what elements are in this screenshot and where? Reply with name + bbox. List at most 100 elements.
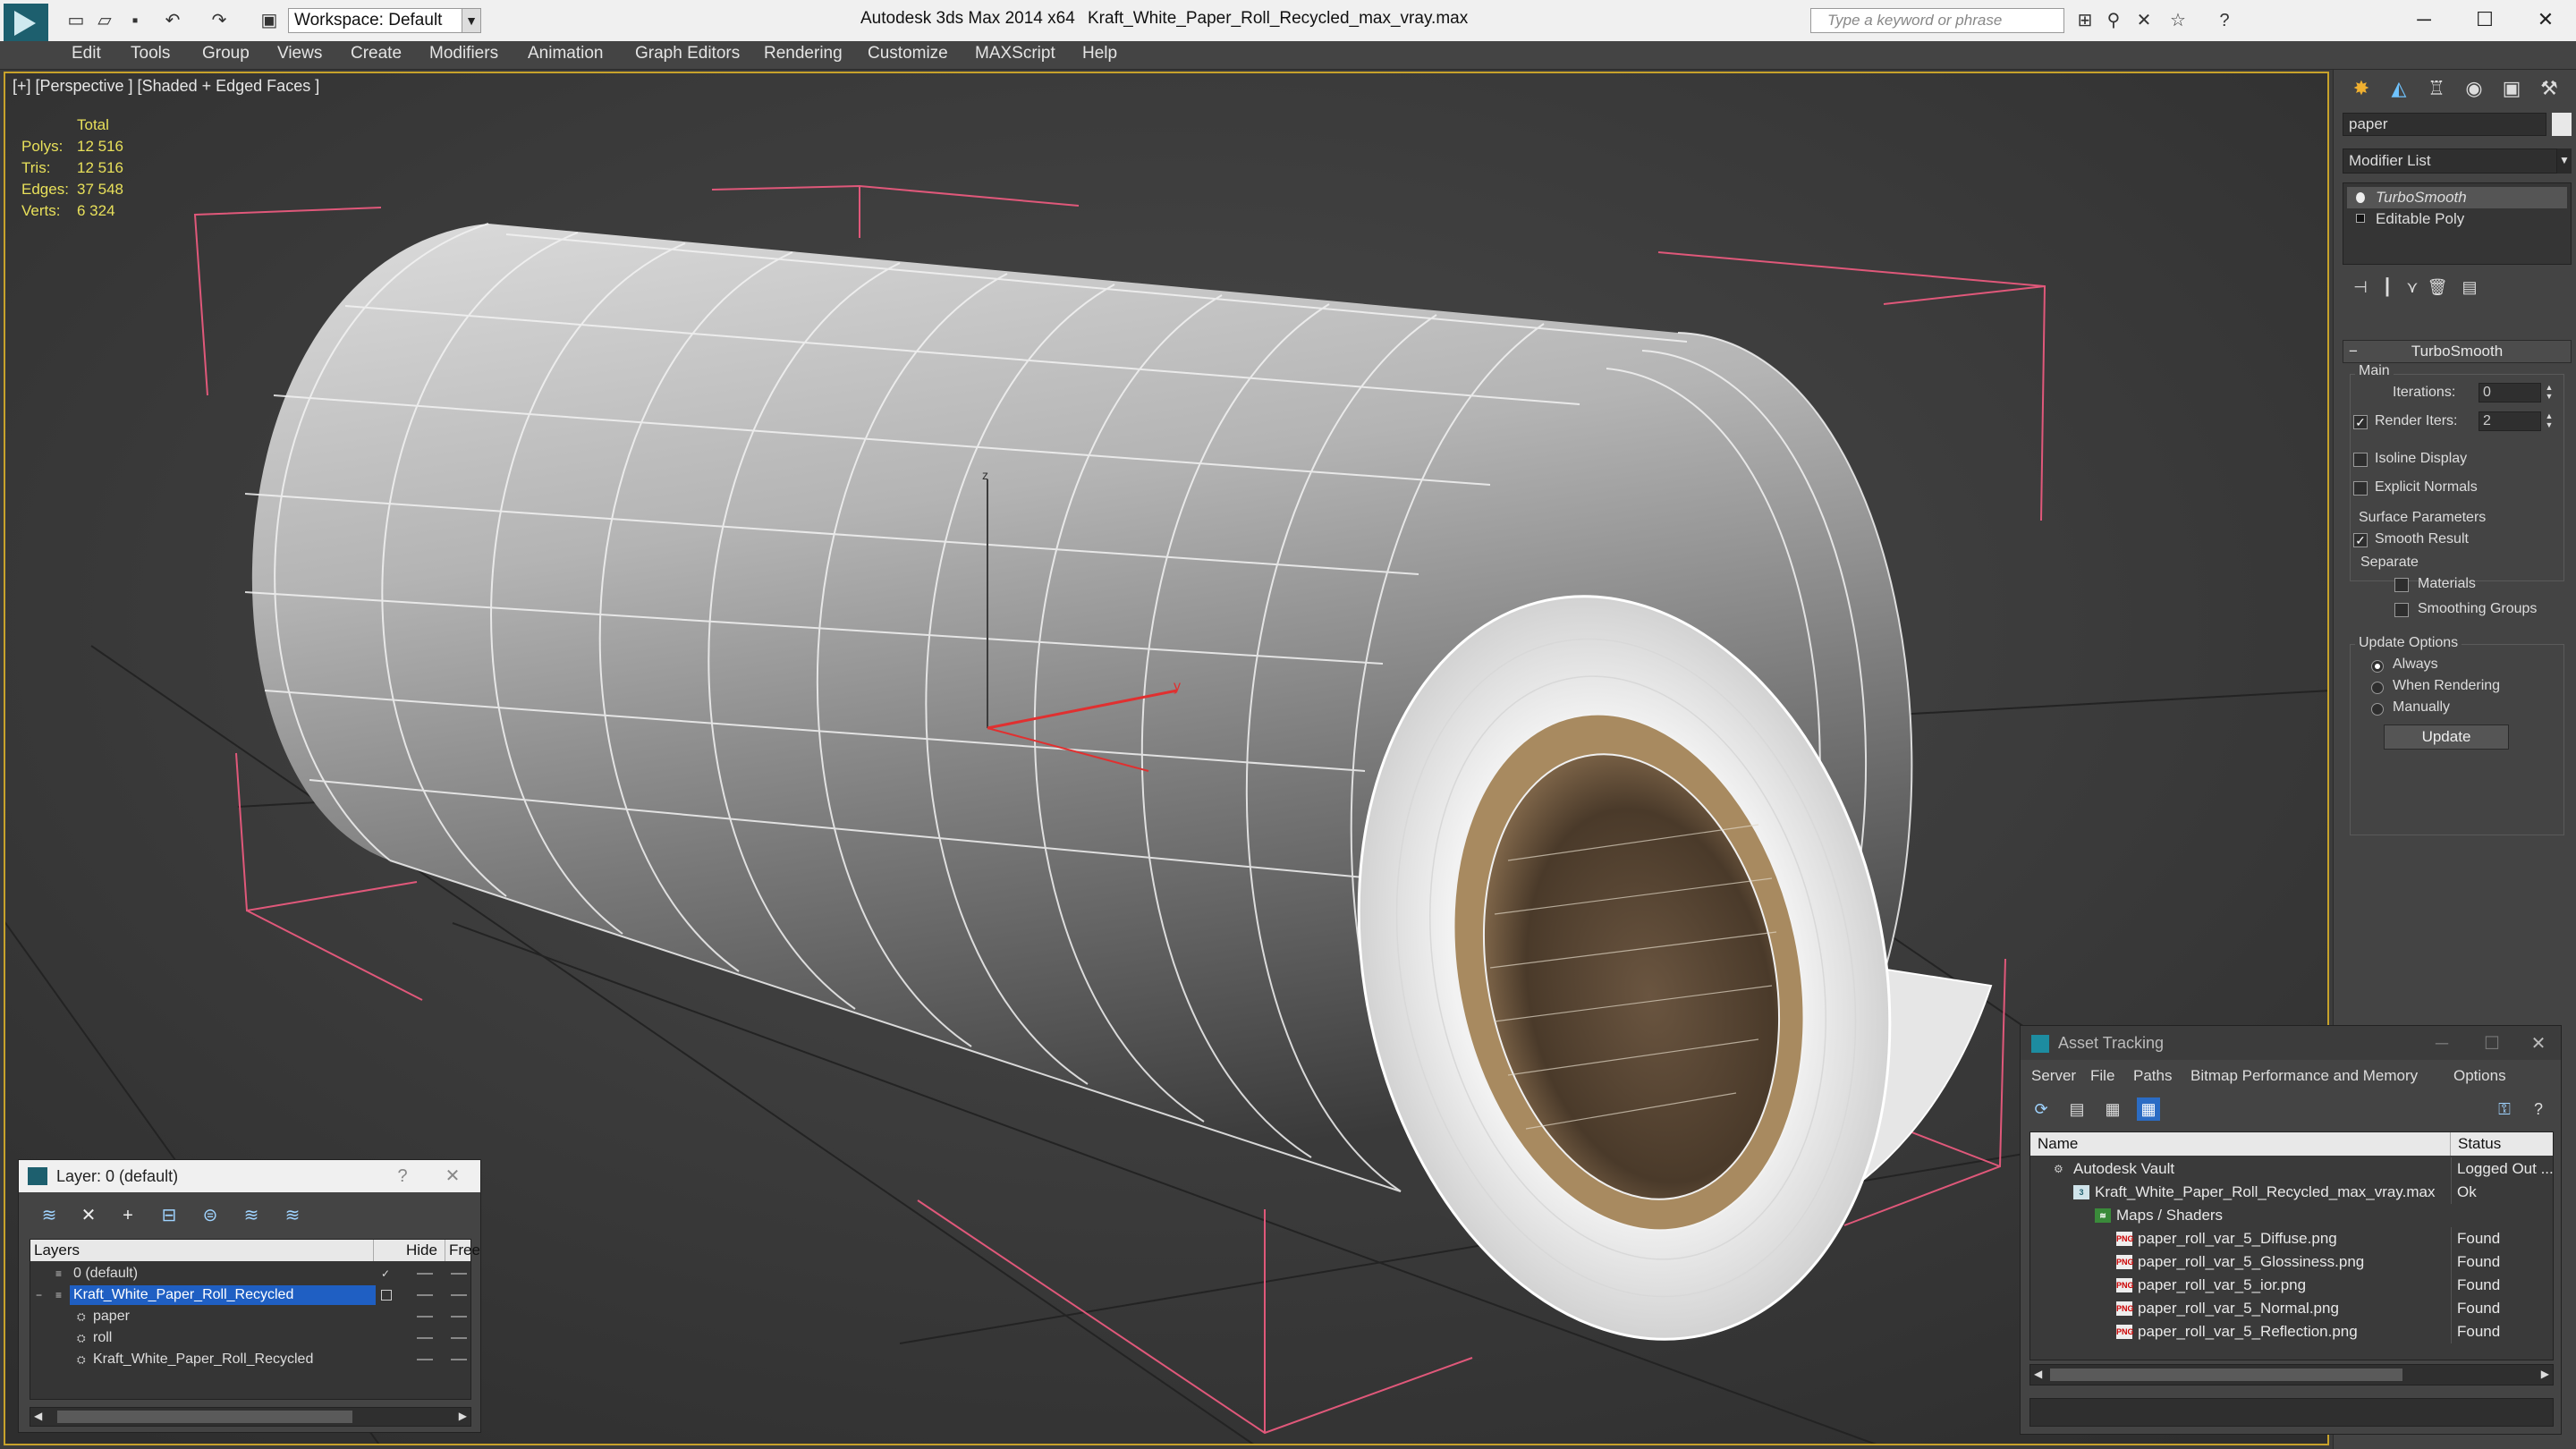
subscription-icon[interactable]: ⚲ [2102, 10, 2125, 31]
stack-item-editable-poly[interactable]: Editable Poly [2347, 208, 2567, 230]
table-view-icon[interactable]: ▦ [2137, 1097, 2160, 1121]
menu-animation[interactable]: Animation [528, 44, 604, 64]
close-icon[interactable]: ✕ [437, 1164, 468, 1189]
asset-menu-file[interactable]: File [2090, 1067, 2114, 1085]
hide-toggle[interactable] [417, 1316, 433, 1318]
app-logo-icon[interactable] [4, 4, 48, 43]
asset-row[interactable]: PNG paper_roll_var_5_Normal.png Found [2030, 1297, 2553, 1320]
maximize-icon[interactable]: ☐ [2477, 1031, 2507, 1056]
scroll-left-icon[interactable]: ◀ [34, 1410, 42, 1422]
menu-rendering[interactable]: Rendering [764, 44, 843, 64]
modify-tab-icon[interactable]: ◭ [2384, 73, 2414, 104]
help-icon[interactable]: ? [2213, 10, 2236, 31]
menu-views[interactable]: Views [277, 44, 322, 64]
layer-row[interactable]: ≡ 0 (default) ✓ [30, 1263, 470, 1284]
scroll-right-icon[interactable]: ▶ [2541, 1368, 2549, 1380]
render-iters-spinner[interactable]: 2 [2479, 411, 2541, 431]
redo-icon[interactable]: ↷ [208, 11, 231, 30]
hide-toggle[interactable] [417, 1359, 433, 1360]
thumbnail-view-icon[interactable]: ▦ [2101, 1097, 2124, 1121]
undo-icon[interactable]: ↶ [161, 11, 184, 30]
asset-row[interactable]: PNG paper_roll_var_5_Diffuse.png Found [2030, 1227, 2553, 1250]
motion-tab-icon[interactable]: ◉ [2459, 73, 2489, 104]
asset-menu-paths[interactable]: Paths [2133, 1067, 2172, 1085]
iterations-spinner[interactable]: 0 [2479, 383, 2541, 402]
asset-menu-bitmap[interactable]: Bitmap Performance and Memory [2190, 1067, 2418, 1085]
freeze-toggle[interactable] [451, 1273, 467, 1275]
close-icon[interactable]: ✕ [2519, 4, 2572, 36]
maximize-icon[interactable]: ☐ [2458, 4, 2512, 36]
render-iters-checkbox[interactable]: ✓ [2353, 415, 2368, 429]
asset-dialog-titlebar[interactable]: Asset Tracking ─ ☐ ✕ [2021, 1026, 2561, 1060]
chevron-down-icon[interactable]: ▼ [2557, 148, 2572, 174]
pin-stack-icon[interactable]: ⊣ [2346, 274, 2375, 301]
viewport-label[interactable]: [+] [Perspective ] [Shaded + Edged Faces… [13, 77, 319, 96]
update-button[interactable]: Update [2384, 724, 2509, 750]
modifier-list-dropdown[interactable]: Modifier List [2343, 148, 2557, 174]
display-tab-icon[interactable]: ▣ [2496, 73, 2527, 104]
asset-menu-options[interactable]: Options [2453, 1067, 2506, 1085]
scroll-left-icon[interactable]: ◀ [2034, 1368, 2042, 1380]
freeze-toggle[interactable] [451, 1316, 467, 1318]
layer-row[interactable]: − ≡ Kraft_White_Paper_Roll_Recycled [30, 1284, 470, 1306]
asset-menu-server[interactable]: Server [2031, 1067, 2076, 1085]
binoculars-icon[interactable]: ⊞ [2073, 10, 2097, 31]
search-input[interactable]: Type a keyword or phrase [1810, 8, 2064, 33]
freeze-toggle[interactable] [451, 1337, 467, 1339]
project-folder-icon[interactable]: ▣ [258, 11, 281, 30]
menu-help[interactable]: Help [1082, 44, 1117, 64]
create-tab-icon[interactable]: ✸ [2346, 73, 2377, 104]
utilities-tab-icon[interactable]: ⚒ [2534, 73, 2564, 104]
menu-edit[interactable]: Edit [72, 44, 101, 64]
chevron-down-icon[interactable]: ▼ [462, 8, 481, 33]
scroll-thumb[interactable] [57, 1411, 352, 1423]
column-status[interactable]: Status [2451, 1132, 2553, 1156]
spinner-arrows-icon[interactable]: ▲ ▼ [2543, 383, 2555, 402]
make-current-box[interactable] [381, 1290, 392, 1301]
expand-box-icon[interactable] [2356, 214, 2365, 223]
remove-modifier-icon[interactable]: 🗑 [2423, 274, 2452, 301]
create-layer-icon[interactable]: ≋ [37, 1203, 62, 1228]
new-file-icon[interactable]: ▭ [64, 11, 88, 30]
menu-tools[interactable]: Tools [131, 44, 170, 64]
hide-toggle[interactable] [417, 1273, 433, 1275]
asset-horizontal-scrollbar[interactable]: ◀ ▶ [2029, 1364, 2554, 1385]
scroll-thumb[interactable] [2050, 1368, 2402, 1381]
minimize-icon[interactable]: ─ [2427, 1031, 2457, 1056]
layer-name[interactable]: 0 (default) [70, 1264, 143, 1284]
collapse-icon[interactable]: − [2349, 341, 2358, 362]
update-manually-radio[interactable] [2371, 703, 2384, 716]
object-name[interactable]: Kraft_White_Paper_Roll_Recycled [89, 1350, 318, 1369]
configure-sets-icon[interactable]: ▤ [2455, 274, 2484, 301]
help-button[interactable]: ? [387, 1164, 418, 1189]
delete-layer-icon[interactable]: ✕ [76, 1203, 101, 1228]
highlight-layer-icon[interactable]: ⊜ [198, 1203, 223, 1228]
favorites-star-icon[interactable]: ☆ [2166, 10, 2190, 31]
asset-row[interactable]: PNG paper_roll_var_5_Glossiness.png Foun… [2030, 1250, 2553, 1274]
explicit-normals-checkbox[interactable] [2353, 481, 2368, 496]
layer-horizontal-scrollbar[interactable]: ◀ ▶ [30, 1407, 471, 1427]
turbosmooth-rollout-header[interactable]: − TurboSmooth [2343, 340, 2572, 363]
column-name[interactable]: Name [2030, 1132, 2451, 1156]
menu-group[interactable]: Group [202, 44, 250, 64]
select-objects-icon[interactable]: ⊟ [157, 1203, 182, 1228]
list-view-icon[interactable]: ▤ [2065, 1097, 2089, 1121]
asset-row[interactable]: ≋ Maps / Shaders [2030, 1204, 2553, 1227]
minimize-icon[interactable]: ─ [2397, 4, 2451, 36]
stack-item-turbosmooth[interactable]: TurboSmooth [2347, 187, 2567, 208]
isoline-display-checkbox[interactable] [2353, 453, 2368, 467]
hide-all-icon[interactable]: ≋ [239, 1203, 264, 1228]
scroll-right-icon[interactable]: ▶ [459, 1410, 467, 1422]
spinner-arrows-icon[interactable]: ▲ ▼ [2543, 411, 2555, 431]
menu-modifiers[interactable]: Modifiers [429, 44, 498, 64]
hide-toggle[interactable] [417, 1337, 433, 1339]
freeze-toggle[interactable] [451, 1359, 467, 1360]
layer-dialog-titlebar[interactable]: Layer: 0 (default) ? ✕ [19, 1160, 480, 1192]
object-name-field[interactable]: paper [2343, 113, 2546, 136]
menu-customize[interactable]: Customize [868, 44, 948, 64]
add-to-layer-icon[interactable]: + [115, 1203, 140, 1228]
close-icon[interactable]: ✕ [2523, 1031, 2554, 1056]
asset-row[interactable]: PNG paper_roll_var_5_Reflection.png Foun… [2030, 1320, 2553, 1343]
freeze-all-icon[interactable]: ≋ [280, 1203, 305, 1228]
asset-help-icon[interactable]: ? [2527, 1097, 2550, 1121]
